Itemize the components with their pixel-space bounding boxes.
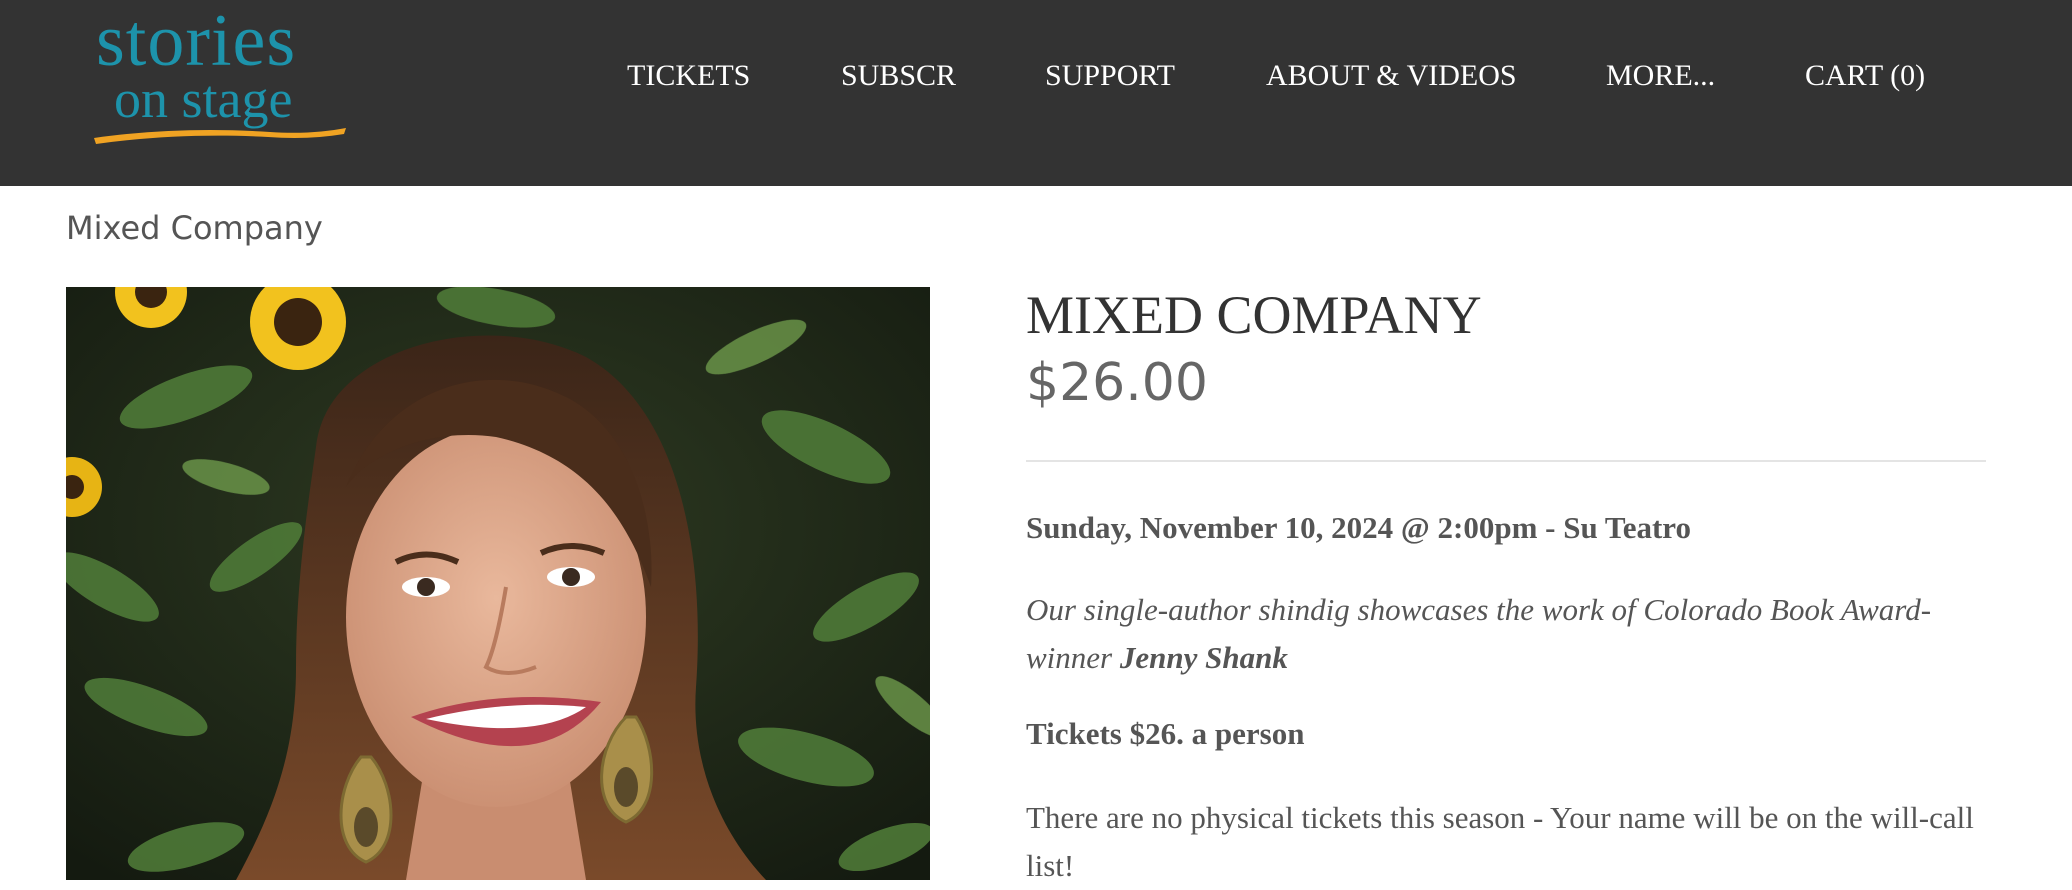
- nav-subscribe[interactable]: SUBSCR: [841, 56, 956, 96]
- nav-tickets[interactable]: TICKETS: [627, 56, 750, 96]
- event-date-venue: Sunday, November 10, 2024 @ 2:00pm - Su …: [1026, 510, 1692, 545]
- ticket-price-note: Tickets $26. a person: [1026, 716, 1305, 751]
- author-portrait-image: [66, 287, 930, 880]
- breadcrumb: Mixed Company: [66, 209, 323, 247]
- product-price: $26.00: [1026, 353, 1208, 413]
- nav-more[interactable]: MORE...: [1606, 56, 1715, 96]
- author-name: Jenny Shank: [1119, 640, 1288, 675]
- nav-cart[interactable]: CART (0): [1805, 56, 1925, 96]
- will-call-note: There are no physical tickets this seaso…: [1026, 800, 1974, 883]
- product-title: MIXED COMPANY: [1026, 285, 1482, 345]
- logo-text-stories: stories: [96, 0, 297, 82]
- nav-support[interactable]: SUPPORT: [1045, 56, 1175, 96]
- site-logo[interactable]: stories on stage: [90, 4, 350, 144]
- divider: [1026, 460, 1986, 462]
- product-details: MIXED COMPANY $26.00 Sunday, November 10…: [1026, 282, 1986, 890]
- nav-about-videos[interactable]: ABOUT & VIDEOS: [1266, 56, 1517, 96]
- product-photo: [66, 287, 930, 880]
- product-description: Our single-author shindig showcases the …: [1026, 586, 1976, 682]
- logo-swoosh-icon: [94, 128, 346, 144]
- site-header: stories on stage TICKETS SUBSCR SUPPORT …: [0, 0, 2072, 186]
